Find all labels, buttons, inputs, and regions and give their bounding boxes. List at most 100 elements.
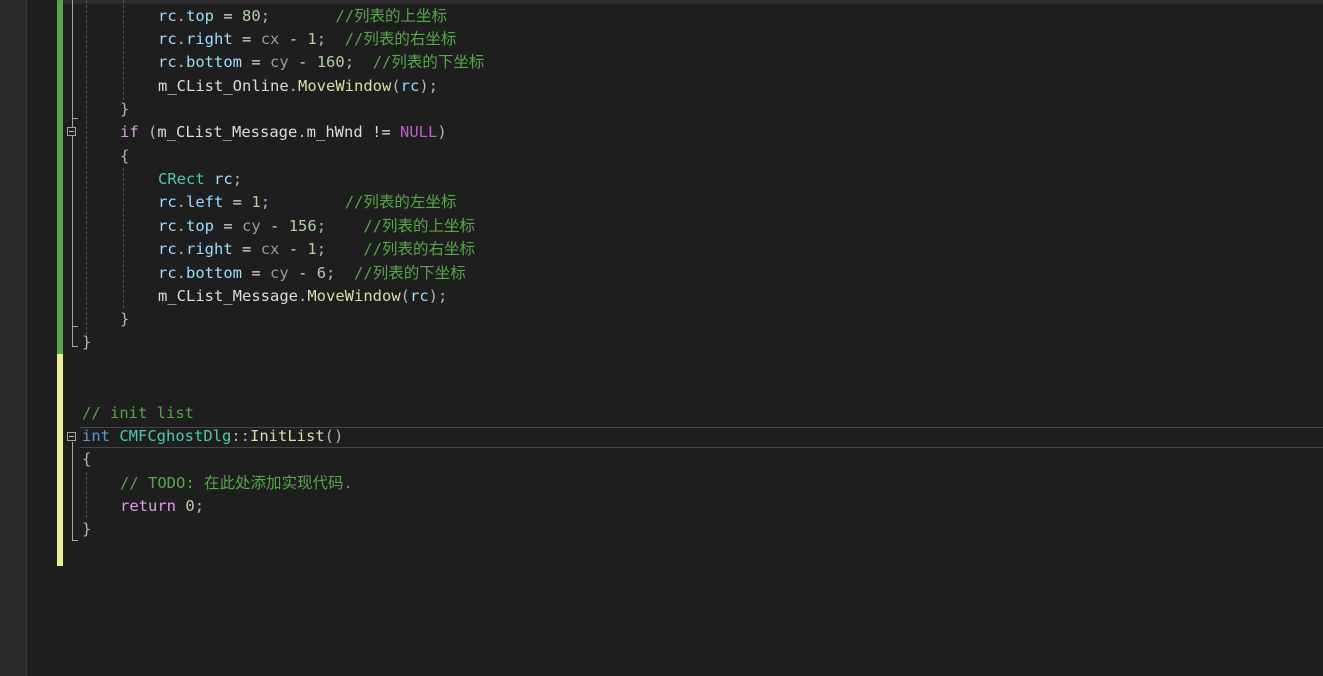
code-token: ; [260,193,271,211]
code-token: . [176,53,187,71]
code-line[interactable]: rc.bottom = cy - 6; //列表的下坐标 [158,262,466,285]
code-token: = [214,217,243,235]
code-token: = [242,264,271,282]
code-line[interactable]: int CMFCghostDlg::InitList() [82,425,343,448]
code-line[interactable]: { [82,448,91,471]
code-token: } [82,520,92,538]
code-token: right [186,240,233,258]
code-token: rc [158,264,177,282]
code-line[interactable]: rc.right = cx - 1; //列表的右坐标 [158,238,475,261]
code-line[interactable]: if (m_CList_Message.m_hWnd != NULL) [120,121,447,144]
code-line[interactable]: } [82,331,91,354]
code-token: ) [437,123,447,141]
code-token: //列表的左坐标 [344,193,457,211]
code-token: CRect [158,170,205,188]
code-line[interactable]: return 0; [120,495,204,518]
outlining-margin [27,0,57,676]
code-token: 80 [242,7,261,25]
code-token: = [232,30,261,48]
change-indicator-unsaved [57,354,63,566]
outline-line [72,137,73,326]
code-line[interactable]: rc.bottom = cy - 160; //列表的下坐标 [158,51,484,74]
code-token: = [214,7,243,25]
code-line[interactable]: rc.top = 80; //列表的上坐标 [158,5,447,28]
code-token: :: [231,427,250,445]
code-token: bottom [186,264,243,282]
code-token: cy [270,53,289,71]
indent-guide [123,0,124,100]
code-token: cy [270,264,289,282]
code-token: ; [260,7,271,25]
code-token: . [176,217,187,235]
code-token: //列表的下坐标 [372,53,485,71]
code-token: - [279,30,308,48]
code-token: MoveWindow [307,287,401,305]
code-token: ; [232,170,243,188]
code-token: ; [326,264,336,282]
code-token: rc [158,30,177,48]
code-token: - [288,264,317,282]
code-line[interactable]: rc.left = 1; //列表的左坐标 [158,191,456,214]
code-line[interactable]: m_CList_Message.MoveWindow(rc); [158,285,447,308]
code-token: // TODO: 在此处添加实现代码. [120,474,353,492]
code-line[interactable]: } [120,98,129,121]
indent-guide [86,0,87,350]
outline-line [72,442,73,540]
code-token: 156 [288,217,317,235]
code-token: //列表的下坐标 [354,264,466,282]
collapse-toggle-icon[interactable] [67,432,76,441]
code-token: ; [194,497,205,515]
code-token: ); [419,77,439,95]
code-token: ); [428,287,448,305]
code-token: () [324,427,344,445]
code-token: 160 [316,53,345,71]
line-number-gutter[interactable] [0,0,27,676]
code-token: - [260,217,289,235]
code-token: top [186,217,215,235]
code-token: . [288,77,298,95]
code-line[interactable]: // TODO: 在此处添加实现代码. [120,472,353,495]
code-token: = [232,240,261,258]
code-line[interactable]: } [82,518,91,541]
code-token: m_hWnd [306,123,363,141]
indent-guide [123,168,124,308]
code-line[interactable]: { [120,145,129,168]
code-token: { [82,450,92,468]
code-token: . [297,287,308,305]
editor-top-strip [0,0,1323,4]
code-token: 1 [251,193,261,211]
outline-end-marker [72,326,78,327]
code-token: - [288,53,317,71]
code-token: // init list [82,404,194,422]
code-token: - [279,240,308,258]
code-token: rc [158,217,177,235]
code-line[interactable]: m_CList_Online.MoveWindow(rc); [158,75,438,98]
code-token: ; [316,240,327,258]
code-token: m_CList_Online [158,77,289,95]
code-token: //列表的右坐标 [344,30,457,48]
code-token: int [82,427,110,445]
code-token: ; [344,53,355,71]
code-line[interactable]: CRect rc; [158,168,242,191]
code-token: cx [260,240,280,258]
code-token: . [176,193,187,211]
code-token: right [186,30,233,48]
code-token: != [362,123,400,141]
code-token: return [120,497,176,515]
collapse-toggle-icon[interactable] [67,127,76,136]
code-token: ( [391,77,401,95]
code-token: ; [316,217,327,235]
code-token: //列表的上坐标 [363,217,476,235]
code-line[interactable]: // init list [82,402,194,425]
code-line[interactable]: rc.top = cy - 156; //列表的上坐标 [158,215,475,238]
code-token: . [176,240,187,258]
code-line[interactable]: } [120,308,129,331]
code-token: CMFCghostDlg [119,427,232,445]
code-line[interactable]: rc.right = cx - 1; //列表的右坐标 [158,28,456,51]
